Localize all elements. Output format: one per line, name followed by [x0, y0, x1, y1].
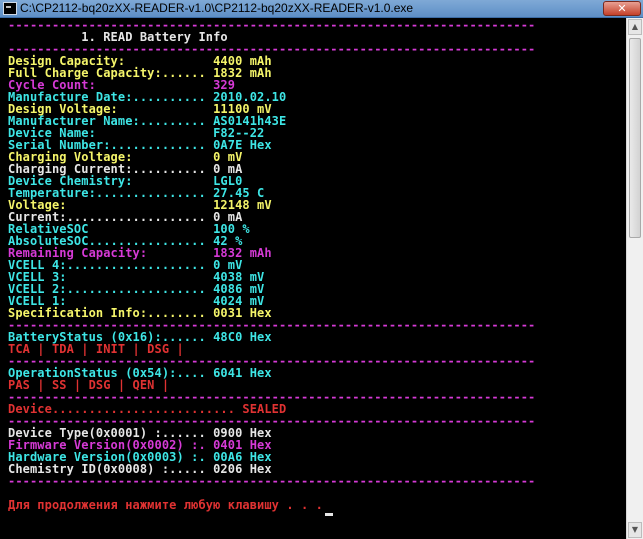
- console-line-text: Для продолжения нажмите любую клавишу . …: [8, 498, 323, 512]
- console-prompt-line: Для продолжения нажмите любую клавишу . …: [8, 498, 626, 516]
- console-app-icon[interactable]: [3, 2, 17, 15]
- blinking-cursor: [324, 513, 333, 516]
- window-title: C:\CP2112-bq20zXX-READER-v1.0\CP2112-bq2…: [20, 1, 414, 15]
- scrollbar-thumb[interactable]: [629, 38, 641, 238]
- console-line: ----------------------------------------…: [8, 475, 626, 487]
- console-output[interactable]: ----------------------------------------…: [0, 18, 626, 539]
- console-line-text: ----------------------------------------…: [8, 474, 536, 488]
- window-titlebar[interactable]: C:\CP2112-bq20zXX-READER-v1.0\CP2112-bq2…: [0, 0, 643, 18]
- close-button[interactable]: ✕: [603, 1, 641, 16]
- vertical-scrollbar[interactable]: ▲ ▼: [626, 18, 643, 539]
- scroll-down-button[interactable]: ▼: [628, 522, 642, 538]
- scroll-up-button[interactable]: ▲: [628, 19, 642, 35]
